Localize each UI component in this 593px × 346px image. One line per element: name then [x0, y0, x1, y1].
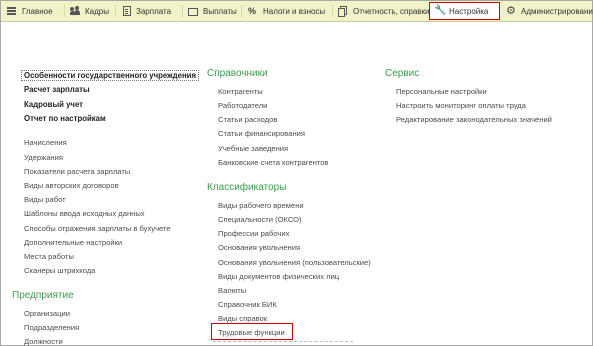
link-deductions[interactable]: Удержания: [24, 153, 63, 162]
percent-icon: %: [248, 6, 257, 16]
gear-icon: ⚙: [506, 5, 516, 17]
toolbar-divider: [332, 5, 333, 17]
nav-payments[interactable]: Выплаты: [188, 3, 237, 19]
toolbar-divider: [115, 5, 116, 17]
nav-main-label: Главное: [22, 6, 53, 16]
link-counterparties[interactable]: Контрагенты: [218, 87, 263, 96]
link-employers[interactable]: Работодатели: [218, 101, 267, 110]
link-accounting-methods[interactable]: Способы отражения зарплаты в бухучете: [24, 224, 171, 233]
link-payroll-calc[interactable]: Расчет зарплаты: [24, 85, 90, 94]
wallet-icon: [188, 7, 198, 16]
link-extra-settings[interactable]: Дополнительные настройки: [24, 238, 122, 247]
link-okso[interactable]: Специальности (ОКСО): [218, 215, 302, 224]
link-payment-monitoring[interactable]: Настроить мониторинг оплаты труда: [396, 101, 526, 110]
nav-taxes[interactable]: % Налоги и взносы: [248, 3, 325, 19]
toolbar-divider: [182, 5, 183, 17]
link-settings-report[interactable]: Отчет по настройкам: [24, 114, 106, 123]
link-departments[interactable]: Подразделения: [24, 323, 79, 332]
toolbar-divider: [241, 5, 242, 17]
menu-icon: [7, 6, 17, 16]
link-dismissal-grounds-custom[interactable]: Основания увольнения (пользовательские): [218, 258, 371, 267]
classifiers-heading: Классификаторы: [207, 182, 287, 193]
nav-payments-label: Выплаты: [203, 6, 237, 16]
link-gov-institution[interactable]: Особенности государственного учреждения: [21, 70, 199, 81]
nav-main[interactable]: Главное: [7, 3, 53, 19]
link-personal-settings[interactable]: Персональные настройки: [396, 87, 487, 96]
references-heading: Справочники: [207, 68, 268, 79]
nav-taxes-label: Налоги и взносы: [263, 6, 326, 16]
nav-settings-label: Настройка: [449, 6, 489, 16]
nav-admin-label: Администрирование: [521, 6, 593, 16]
link-id-document-types[interactable]: Виды документов физических лиц: [218, 272, 339, 281]
nav-reports[interactable]: Отчетность, справки: [338, 3, 430, 19]
nav-reports-label: Отчетность, справки: [353, 6, 430, 16]
nav-hr-label: Кадры: [85, 6, 109, 16]
link-input-templates[interactable]: Шаблоны ввода исходных данных: [24, 209, 145, 218]
link-author-contracts[interactable]: Виды авторских договоров: [24, 181, 119, 190]
more-items-cutoff: [213, 341, 353, 344]
users-icon: [70, 6, 80, 16]
link-currencies[interactable]: Валюты: [218, 286, 246, 295]
link-accruals[interactable]: Начисления: [24, 138, 67, 147]
link-schools[interactable]: Учебные заведения: [218, 144, 288, 153]
document-icon: [123, 6, 131, 16]
link-funding-items[interactable]: Статьи финансирования: [218, 129, 305, 138]
link-work-time-types[interactable]: Виды рабочего времени: [218, 201, 304, 210]
link-barcode-scanners[interactable]: Сканеры штрихкода: [24, 266, 95, 275]
link-work-types[interactable]: Виды работ: [24, 195, 66, 204]
nav-admin[interactable]: ⚙ Администрирование: [506, 3, 593, 19]
link-hr-records[interactable]: Кадровый учет: [24, 100, 83, 109]
section-toolbar: Главное Кадры Зарплата Выплаты % Налоги …: [1, 1, 593, 22]
nav-hr[interactable]: Кадры: [70, 3, 109, 19]
nav-salary[interactable]: Зарплата: [123, 3, 171, 19]
link-worker-professions[interactable]: Профессии рабочих: [218, 229, 289, 238]
toolbar-divider: [64, 5, 65, 17]
link-payroll-indicators[interactable]: Показатели расчета зарплаты: [24, 167, 130, 176]
link-certificate-types[interactable]: Виды справок: [218, 314, 267, 323]
nav-salary-label: Зарплата: [136, 6, 172, 16]
link-positions[interactable]: Должности: [24, 337, 63, 346]
link-organizations[interactable]: Организации: [24, 309, 70, 318]
reports-icon: [338, 6, 348, 17]
link-bic-directory[interactable]: Справочник БИК: [218, 300, 277, 309]
service-heading: Сервис: [385, 68, 420, 79]
labor-functions-highlight: [211, 323, 293, 340]
nav-settings[interactable]: 🔧 Настройка: [429, 2, 500, 20]
wrench-icon: 🔧: [434, 5, 447, 16]
link-legal-values[interactable]: Редактирование законодательных значений: [396, 115, 552, 124]
enterprise-heading: Предприятие: [12, 290, 74, 301]
link-bank-accounts[interactable]: Банковские счета контрагентов: [218, 158, 328, 167]
link-expense-items[interactable]: Статьи расходов: [218, 115, 277, 124]
link-dismissal-grounds[interactable]: Основания увольнения: [218, 243, 300, 252]
link-workplaces[interactable]: Места работы: [24, 252, 74, 261]
